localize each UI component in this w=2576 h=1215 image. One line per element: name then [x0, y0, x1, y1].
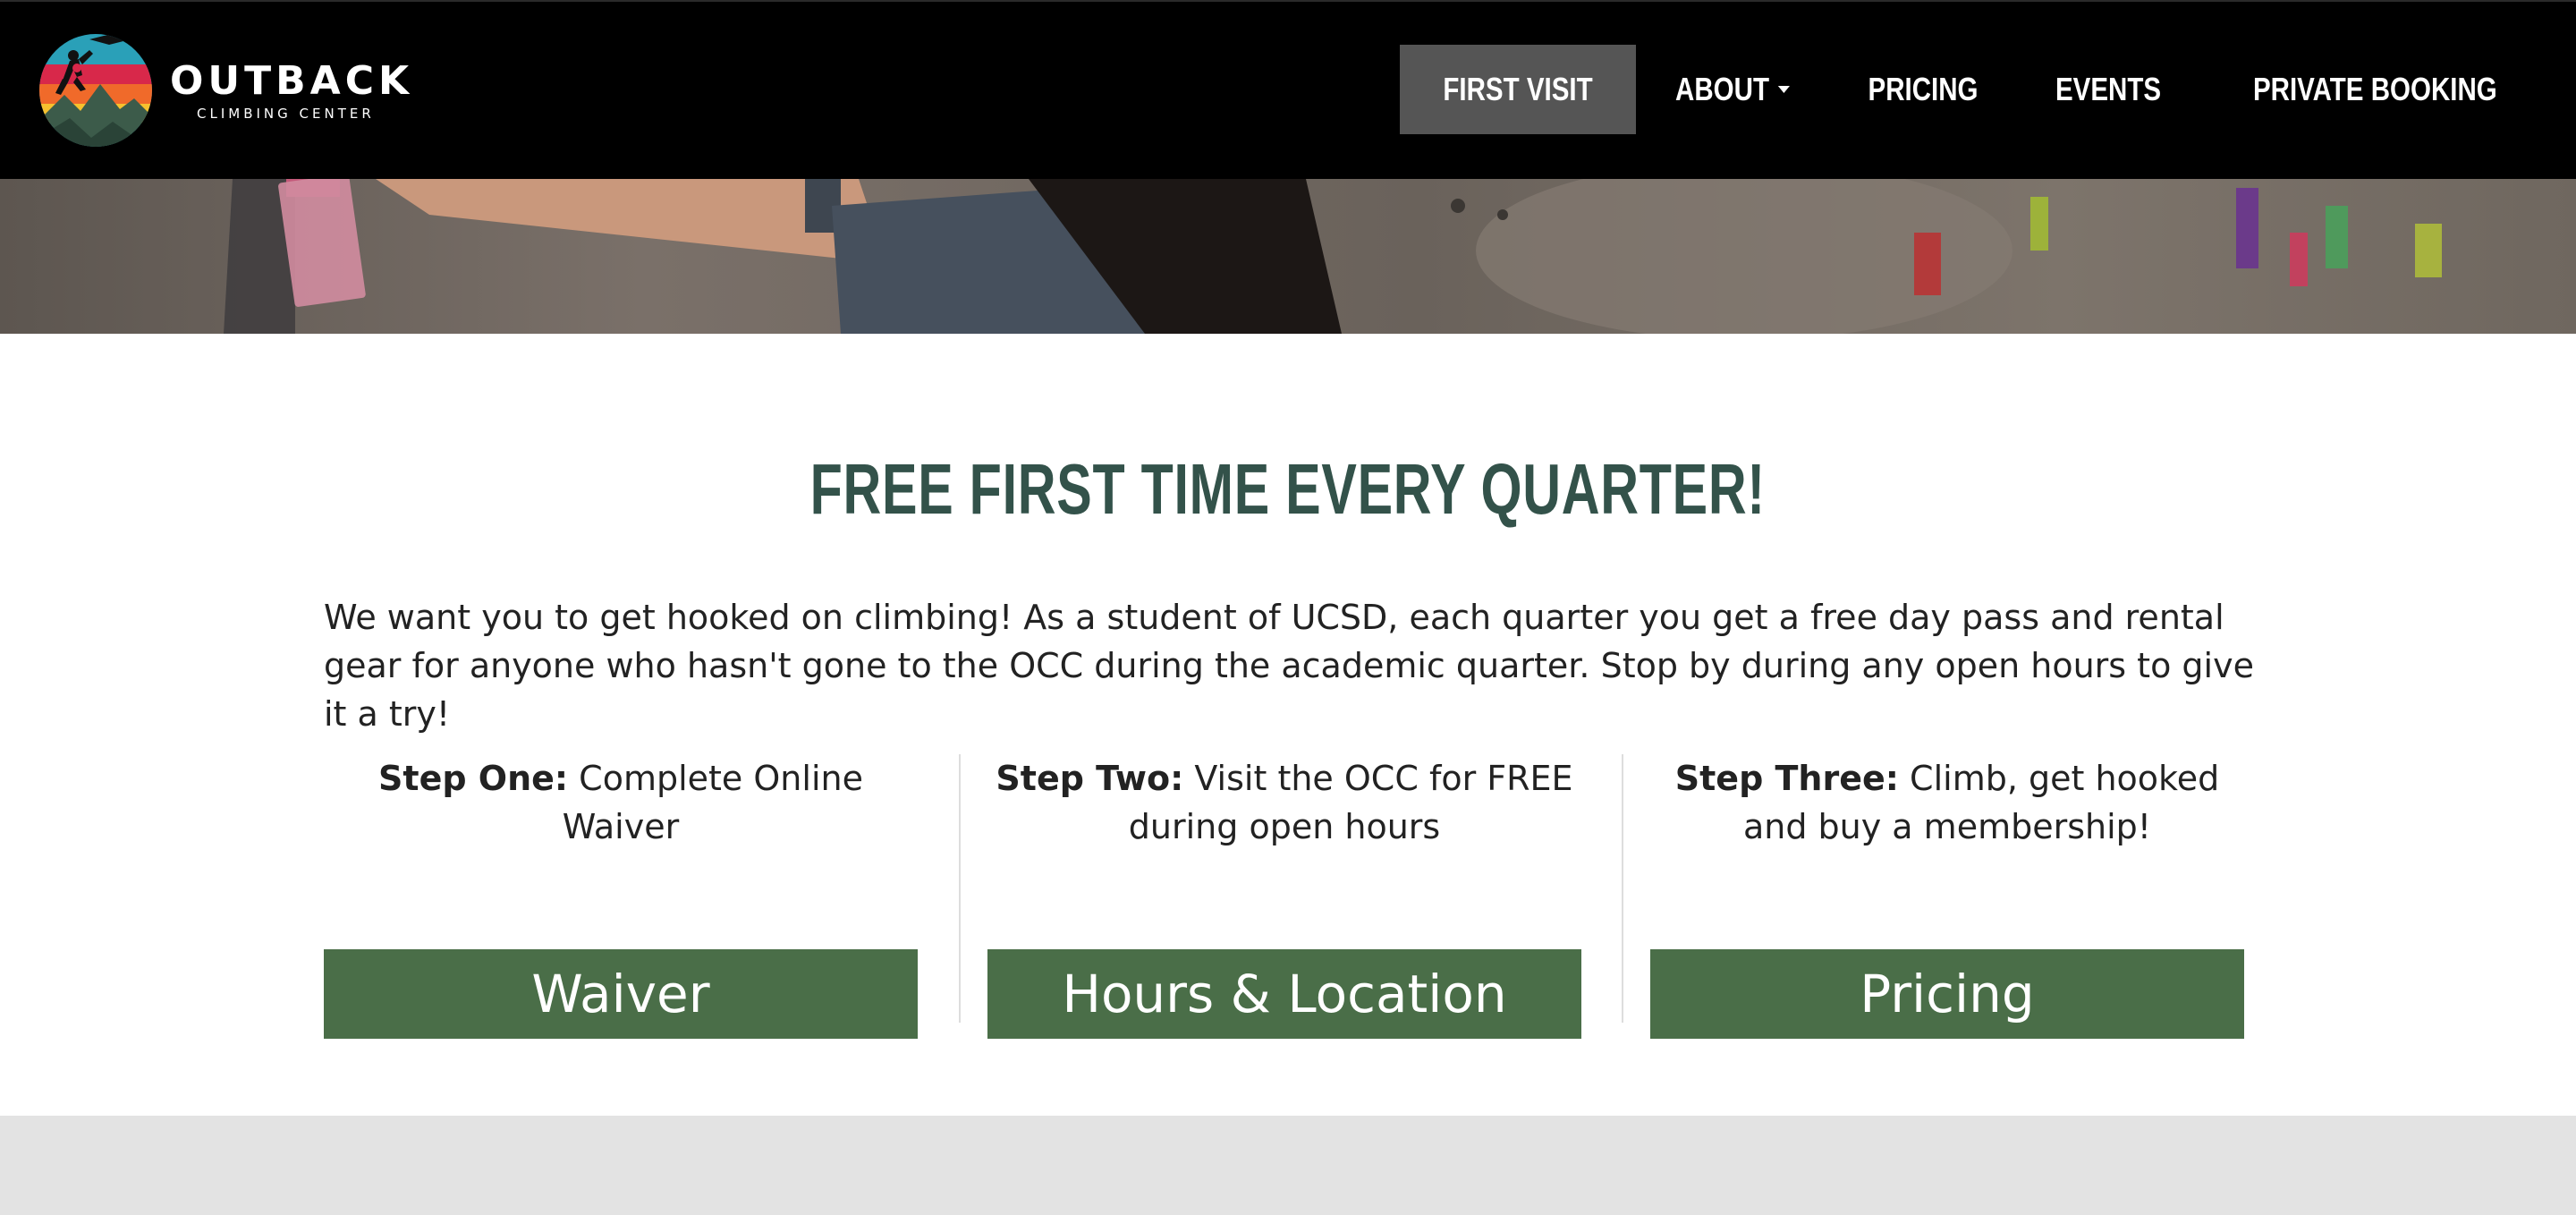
hero-climbing-photo — [0, 179, 2576, 334]
brand-name: OUTBACK — [170, 58, 414, 104]
nav-private-booking[interactable]: PRIVATE BOOKING — [2232, 45, 2520, 134]
page-title: FREE FIRST TIME EVERY QUARTER! — [809, 449, 1767, 529]
steps-row: Step One: Complete Online Waiver Waiver … — [324, 754, 2244, 1041]
chevron-down-icon — [1778, 86, 1791, 93]
hero-photo-image — [0, 179, 2576, 334]
nav-events[interactable]: EVENTS — [2034, 45, 2183, 134]
step-one-description: Complete Online Waiver — [562, 759, 863, 846]
nav-pricing[interactable]: PRICING — [1846, 45, 2000, 134]
step-two-text: Step Two: Visit the OCC for FREE during … — [987, 754, 1581, 851]
navbar: OUTBACK CLIMBING CENTER FIRST VISIT ABOU… — [0, 0, 2576, 179]
step-one-text: Step One: Complete Online Waiver — [324, 754, 918, 851]
step-three: Step Three: Climb, get hooked and buy a … — [1650, 754, 2244, 1041]
step-two-lead: Step Two: — [996, 759, 1184, 798]
main-nav: FIRST VISIT ABOUT PRICING EVENTS PRIVATE… — [1400, 45, 2551, 134]
step-one: Step One: Complete Online Waiver Waiver — [324, 754, 918, 1041]
main-content: FREE FIRST TIME EVERY QUARTER! We want y… — [0, 334, 2576, 1116]
step-three-text: Step Three: Climb, get hooked and buy a … — [1650, 754, 2244, 851]
nav-first-visit-label: FIRST VISIT — [1443, 71, 1593, 107]
brand-subtitle: CLIMBING CENTER — [197, 106, 375, 122]
pricing-button[interactable]: Pricing — [1650, 949, 2244, 1039]
waiver-button[interactable]: Waiver — [324, 949, 918, 1039]
nav-first-visit[interactable]: FIRST VISIT — [1400, 45, 1637, 134]
intro-paragraph: We want you to get hooked on climbing! A… — [324, 598, 2254, 734]
step-one-lead: Step One: — [378, 759, 569, 798]
nav-about[interactable]: ABOUT — [1654, 45, 1812, 134]
step-divider — [959, 754, 961, 1023]
step-three-lead: Step Three: — [1674, 759, 1899, 798]
hours-location-button[interactable]: Hours & Location — [987, 949, 1581, 1039]
step-divider — [1622, 754, 1623, 1023]
step-two: Step Two: Visit the OCC for FREE during … — [987, 754, 1581, 1041]
footer-band — [0, 1116, 2576, 1215]
step-two-description: Visit the OCC for FREE during open hours — [1128, 759, 1573, 846]
climber-logo-icon — [39, 34, 152, 147]
nav-about-label: ABOUT — [1675, 71, 1770, 107]
